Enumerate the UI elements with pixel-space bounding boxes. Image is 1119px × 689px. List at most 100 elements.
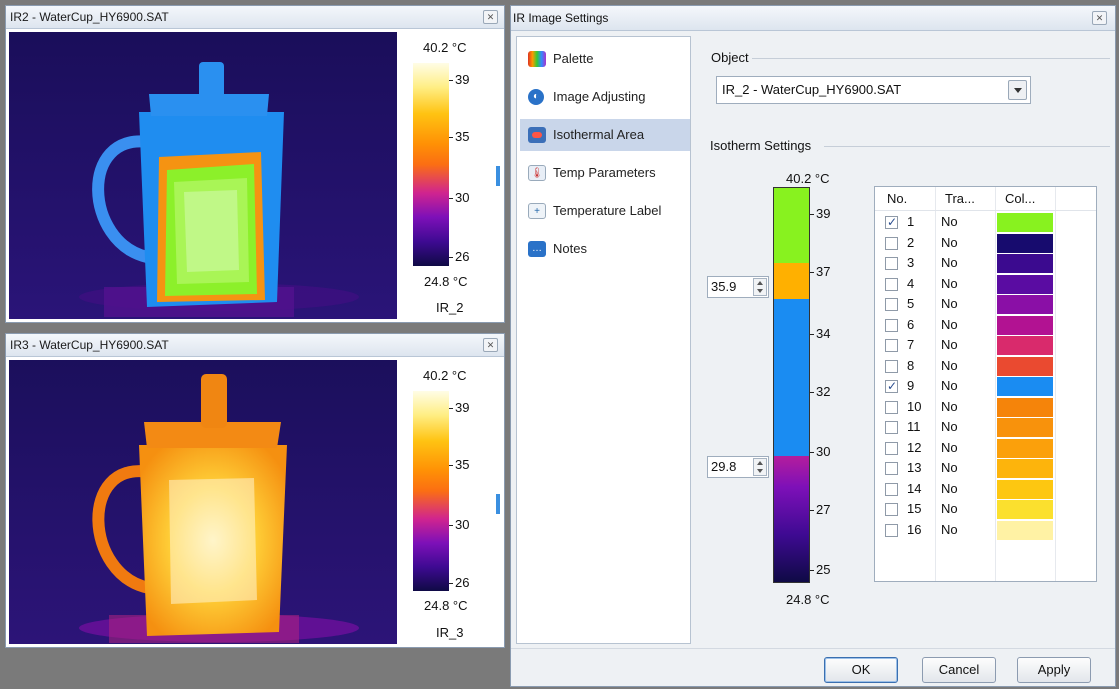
row-checkbox[interactable] [885,462,898,475]
object-select-value: IR_2 - WaterCup_HY6900.SAT [722,82,902,97]
row-color-swatch[interactable] [997,295,1053,314]
chevron-down-icon[interactable] [1008,80,1027,100]
ir3-title: IR3 - WaterCup_HY6900.SAT [10,338,169,352]
cancel-button[interactable]: Cancel [922,657,996,683]
row-checkbox[interactable] [885,318,898,332]
table-row[interactable]: 2 No [875,233,1096,254]
ok-button[interactable]: OK [824,657,898,683]
nav-item-image-adjusting[interactable]: ◐ Image Adjusting [520,81,690,113]
nav-item-palette[interactable]: Palette [520,43,690,75]
row-color-swatch[interactable] [997,356,1053,376]
row-color-swatch[interactable] [997,520,1053,540]
row-checkbox[interactable] [885,298,898,311]
ir2-thermal-image[interactable] [9,32,397,319]
table-row[interactable]: 13 No [875,458,1096,479]
row-checkbox[interactable] [885,503,898,516]
row-number: 11 [907,419,921,434]
nav-item-temp-parameters[interactable]: 🌡 Temp Parameters [520,157,690,189]
row-color-swatch[interactable] [997,274,1053,294]
object-select[interactable]: IR_2 - WaterCup_HY6900.SAT [716,76,1031,104]
row-color-swatch[interactable] [997,459,1053,478]
row-checkbox[interactable] [885,359,898,373]
table-row[interactable]: 9 No [875,376,1096,397]
row-transparency: No [941,275,958,291]
table-row[interactable]: 4 No [875,274,1096,295]
table-row[interactable]: 1 No [875,212,1096,233]
row-color-swatch[interactable] [997,336,1053,355]
row-checkbox[interactable] [885,257,898,270]
apply-button[interactable]: Apply [1017,657,1091,683]
ir2-image-window[interactable]: IR2 - WaterCup_HY6900.SAT ✕ 40.2 °C 39 3… [5,5,505,323]
row-color-swatch[interactable] [997,397,1053,417]
row-checkbox[interactable] [885,379,898,393]
header-transparency[interactable]: Tra... [939,187,975,211]
row-color-swatch[interactable] [997,233,1053,253]
spinner-arrows-icon[interactable] [753,278,767,296]
table-row[interactable]: 3 No [875,253,1096,274]
ir2-thermal-svg [9,32,397,319]
nav-label: Temperature Label [553,203,662,218]
table-row[interactable]: 11 No [875,417,1096,438]
ir2-close-icon[interactable]: ✕ [483,10,498,24]
isotherm-color-bar [773,187,810,583]
header-no[interactable]: No. [881,187,907,211]
table-row[interactable]: 14 No [875,479,1096,500]
row-color-swatch[interactable] [997,377,1053,396]
row-color-swatch[interactable] [997,213,1053,232]
thermometer-icon: 🌡 [528,165,546,181]
row-checkbox[interactable] [885,421,898,434]
row-checkbox[interactable] [885,236,898,250]
row-checkbox[interactable] [885,400,898,414]
row-transparency: No [941,480,958,496]
table-row[interactable]: 5 No [875,294,1096,315]
row-color-swatch[interactable] [997,500,1053,519]
object-group-line [742,58,1110,59]
row-transparency: No [941,255,958,270]
row-color-swatch[interactable] [997,438,1053,458]
table-row[interactable]: 16 No [875,520,1096,541]
dialog-title: IR Image Settings [513,11,609,25]
ir-image-settings-dialog: IR Image Settings ✕ Palette ◐ Image Adju… [510,5,1116,687]
table-row[interactable]: 12 No [875,438,1096,459]
dialog-close-icon[interactable]: ✕ [1092,11,1107,25]
lower-limit-spinner[interactable]: 29.8 [707,456,769,478]
table-row[interactable]: 7 No [875,335,1096,356]
nav-item-isothermal-area[interactable]: Isothermal Area [520,119,690,151]
ir2-content: 40.2 °C 39 35 30 26 24.8 °C IR_2 [9,32,501,319]
row-number: 10 [907,398,922,414]
ir2-splitter-handle[interactable] [496,166,500,186]
row-checkbox[interactable] [885,339,898,352]
row-checkbox[interactable] [885,523,898,537]
row-checkbox[interactable] [885,215,898,229]
row-checkbox[interactable] [885,482,898,496]
row-number: 16 [907,521,922,537]
table-row[interactable]: 6 No [875,315,1096,336]
upper-limit-spinner[interactable]: 35.9 [707,276,769,298]
row-checkbox[interactable] [885,441,898,455]
row-transparency: No [941,234,958,250]
row-color-swatch[interactable] [997,479,1053,499]
ir2-scale-bar [413,63,449,266]
table-row[interactable]: 15 No [875,499,1096,520]
table-row[interactable]: 8 No [875,356,1096,377]
row-color-swatch[interactable] [997,418,1053,437]
spinner-arrows-icon[interactable] [753,458,767,476]
row-transparency: No [941,337,958,352]
nav-item-temperature-label[interactable]: + Temperature Label [520,195,690,227]
ir3-thermal-image[interactable] [9,360,397,644]
ir3-image-window[interactable]: IR3 - WaterCup_HY6900.SAT ✕ 40.2 °C 39 3… [5,333,505,648]
ir3-splitter-handle[interactable] [496,494,500,514]
table-row[interactable]: 10 No [875,397,1096,418]
ir2-tick: 39 [449,73,489,87]
object-group-label: Object [711,50,752,65]
ir3-close-icon[interactable]: ✕ [483,338,498,352]
row-color-swatch[interactable] [997,315,1053,335]
nav-label: Notes [553,241,587,256]
header-color[interactable]: Col... [999,187,1035,211]
nav-item-notes[interactable]: … Notes [520,233,690,265]
row-color-swatch[interactable] [997,254,1053,273]
row-checkbox[interactable] [885,277,898,291]
nav-label: Isothermal Area [553,127,645,142]
ir2-tick: 30 [449,191,489,205]
isotherm-bar-max: 40.2 °C [786,171,830,186]
